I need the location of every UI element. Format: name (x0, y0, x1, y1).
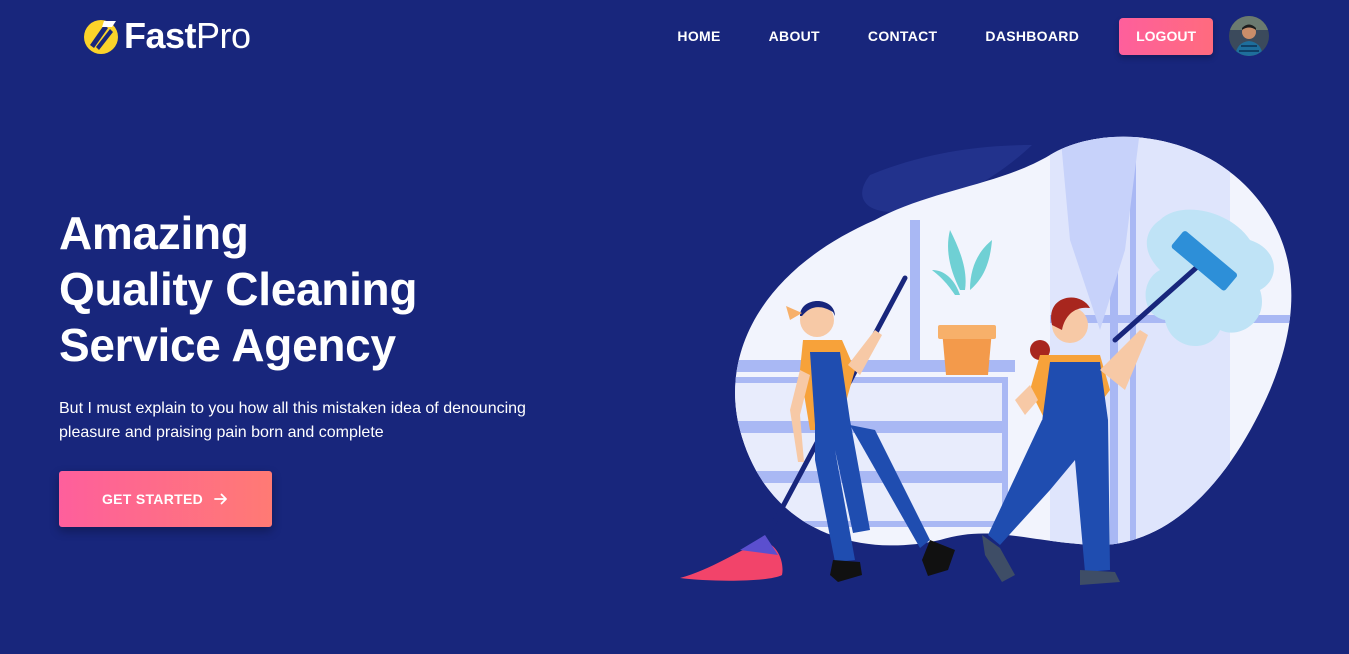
brand-logo[interactable]: FastPro (82, 14, 251, 58)
logout-button[interactable]: LOGOUT (1119, 17, 1213, 55)
get-started-label: GET STARTED (101, 491, 204, 507)
fastpro-logo-icon (84, 20, 118, 54)
cleaning-illustration (680, 136, 1292, 585)
hero-title: Amazing Quality Cleaning Service Agency (59, 205, 619, 373)
nav-about[interactable]: ABOUT (769, 18, 820, 54)
hero-description: But I must explain to you how all this m… (59, 400, 526, 441)
hero-title-line-2: Quality Cleaning (59, 263, 418, 315)
brand-name: FastPro (124, 15, 251, 56)
nav-contact[interactable]: CONTACT (868, 18, 938, 54)
nav-home[interactable]: HOME (677, 18, 720, 54)
hero-title-line-1: Amazing (59, 207, 249, 259)
user-avatar[interactable] (1229, 16, 1269, 56)
nav-dashboard[interactable]: DASHBOARD (985, 18, 1079, 54)
avatar-image (1229, 16, 1269, 56)
arrow-right-icon (214, 493, 227, 505)
hero-section: Amazing Quality Cleaning Service Agency … (59, 205, 619, 527)
main-nav: HOME ABOUT CONTACT DASHBOARD LOGOUT (677, 16, 1269, 56)
get-started-button[interactable]: GET STARTED (59, 471, 272, 527)
hero-title-line-3: Service Agency (59, 319, 396, 371)
